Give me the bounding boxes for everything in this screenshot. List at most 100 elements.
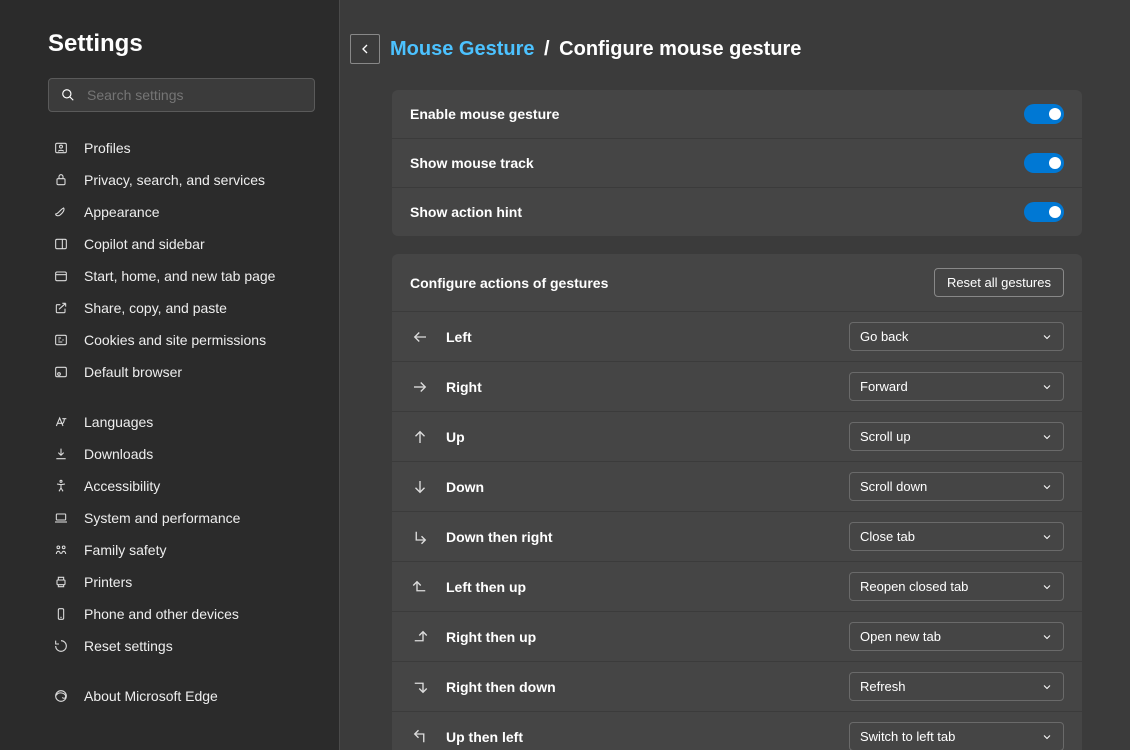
gesture-left-icon: [410, 327, 430, 347]
toggle-row-enable-mouse-gesture: Enable mouse gesture: [392, 90, 1082, 139]
search-box[interactable]: [48, 78, 315, 112]
gesture-up-left-icon: [410, 727, 430, 747]
gesture-row-up-left: Up then left Switch to left tab: [392, 712, 1082, 750]
gesture-label: Up: [446, 429, 833, 445]
reset-gestures-button[interactable]: Reset all gestures: [934, 268, 1064, 297]
gestures-header-label: Configure actions of gestures: [410, 275, 608, 291]
breadcrumb-link[interactable]: Mouse Gesture: [390, 38, 534, 60]
sidebar-item-reset-settings[interactable]: Reset settings: [48, 630, 315, 662]
gesture-row-up: Up Scroll up: [392, 412, 1082, 462]
gesture-action-dropdown[interactable]: Open new tab: [849, 622, 1064, 651]
sidebar-item-share-copy-and-paste[interactable]: Share, copy, and paste: [48, 292, 315, 324]
sidebar-item-privacy-search-and-services[interactable]: Privacy, search, and services: [48, 164, 315, 196]
sidebar-title: Settings: [48, 30, 315, 58]
sidebar-item-downloads[interactable]: Downloads: [48, 438, 315, 470]
gesture-action-dropdown[interactable]: Switch to left tab: [849, 722, 1064, 750]
breadcrumb-sep: /: [544, 38, 550, 60]
sidebar-item-label: System and performance: [84, 510, 240, 526]
sidebar-item-cookies-and-site-permissions[interactable]: Cookies and site permissions: [48, 324, 315, 356]
user-icon: [52, 139, 70, 157]
sidebar-item-system-and-performance[interactable]: System and performance: [48, 502, 315, 534]
search-icon: [61, 88, 75, 102]
sidebar-item-phone-and-other-devices[interactable]: Phone and other devices: [48, 598, 315, 630]
gesture-row-right-up: Right then up Open new tab: [392, 612, 1082, 662]
sidebar-item-label: Start, home, and new tab page: [84, 268, 275, 284]
chevron-down-icon: [1041, 431, 1053, 443]
gesture-action-dropdown[interactable]: Reopen closed tab: [849, 572, 1064, 601]
search-input[interactable]: [87, 87, 302, 103]
sidebar-item-label: Family safety: [84, 542, 166, 558]
gestures-card: Configure actions of gestures Reset all …: [392, 254, 1082, 750]
sidebar-item-label: Profiles: [84, 140, 131, 156]
sidebar-item-default-browser[interactable]: Default browser: [48, 356, 315, 388]
chevron-down-icon: [1041, 381, 1053, 393]
toggle-switch[interactable]: [1024, 153, 1064, 173]
gesture-action-dropdown[interactable]: Scroll down: [849, 472, 1064, 501]
sidebar-item-label: Appearance: [84, 204, 160, 220]
download-icon: [52, 445, 70, 463]
sidebar-item-family-safety[interactable]: Family safety: [48, 534, 315, 566]
header: Mouse Gesture / Configure mouse gesture: [352, 34, 1082, 64]
chevron-down-icon: [1041, 731, 1053, 743]
sidebar-item-about-microsoft-edge[interactable]: About Microsoft Edge: [48, 680, 315, 712]
gesture-action-dropdown[interactable]: Close tab: [849, 522, 1064, 551]
sidebar-item-profiles[interactable]: Profiles: [48, 132, 315, 164]
back-button[interactable]: [350, 34, 380, 64]
sidebar-item-label: Cookies and site permissions: [84, 332, 266, 348]
gesture-down-icon: [410, 477, 430, 497]
settings-sidebar: Settings Profiles Privacy, search, and se…: [0, 0, 340, 750]
breadcrumb: Mouse Gesture / Configure mouse gesture: [390, 38, 801, 61]
gesture-row-right: Right Forward: [392, 362, 1082, 412]
gesture-action-value: Scroll up: [860, 429, 911, 444]
chevron-down-icon: [1041, 631, 1053, 643]
gesture-label: Right then up: [446, 629, 833, 645]
chevron-down-icon: [1041, 581, 1053, 593]
gesture-action-dropdown[interactable]: Refresh: [849, 672, 1064, 701]
gesture-right-down-icon: [410, 677, 430, 697]
gesture-action-value: Close tab: [860, 529, 915, 544]
toggle-row-show-mouse-track: Show mouse track: [392, 139, 1082, 188]
chevron-down-icon: [1041, 531, 1053, 543]
sidebar-item-label: Default browser: [84, 364, 182, 380]
gesture-action-value: Open new tab: [860, 629, 941, 644]
main-pane: Mouse Gesture / Configure mouse gesture …: [340, 0, 1130, 750]
gesture-row-down-right: Down then right Close tab: [392, 512, 1082, 562]
gesture-label: Up then left: [446, 729, 833, 745]
gesture-right-icon: [410, 377, 430, 397]
sidebar-item-label: About Microsoft Edge: [84, 688, 218, 704]
sidebar-item-label: Downloads: [84, 446, 153, 462]
sidebar-item-start-home-and-new-tab-page[interactable]: Start, home, and new tab page: [48, 260, 315, 292]
gesture-action-dropdown[interactable]: Go back: [849, 322, 1064, 351]
toggle-switch[interactable]: [1024, 104, 1064, 124]
reset-icon: [52, 637, 70, 655]
sidebar-item-label: Accessibility: [84, 478, 160, 494]
sidebar-item-label: Privacy, search, and services: [84, 172, 265, 188]
sidebar-item-label: Reset settings: [84, 638, 173, 654]
sidebar-item-printers[interactable]: Printers: [48, 566, 315, 598]
gesture-action-dropdown[interactable]: Scroll up: [849, 422, 1064, 451]
toggles-card: Enable mouse gestureShow mouse trackShow…: [392, 90, 1082, 236]
gesture-left-up-icon: [410, 577, 430, 597]
gesture-row-down: Down Scroll down: [392, 462, 1082, 512]
sidebar-item-copilot-and-sidebar[interactable]: Copilot and sidebar: [48, 228, 315, 260]
gesture-label: Right: [446, 379, 833, 395]
phone-icon: [52, 605, 70, 623]
gesture-action-value: Switch to left tab: [860, 729, 955, 744]
sidebar-item-accessibility[interactable]: Accessibility: [48, 470, 315, 502]
toggle-switch[interactable]: [1024, 202, 1064, 222]
gesture-label: Down then right: [446, 529, 833, 545]
accessibility-icon: [52, 477, 70, 495]
gesture-action-value: Scroll down: [860, 479, 927, 494]
gesture-action-value: Refresh: [860, 679, 906, 694]
gesture-action-value: Go back: [860, 329, 908, 344]
sidebar-item-languages[interactable]: Languages: [48, 406, 315, 438]
tab-icon: [52, 267, 70, 285]
family-icon: [52, 541, 70, 559]
toggle-row-show-action-hint: Show action hint: [392, 188, 1082, 236]
gesture-label: Left then up: [446, 579, 833, 595]
gesture-action-dropdown[interactable]: Forward: [849, 372, 1064, 401]
sidebar-item-appearance[interactable]: Appearance: [48, 196, 315, 228]
breadcrumb-current: Configure mouse gesture: [559, 38, 801, 60]
chevron-down-icon: [1041, 481, 1053, 493]
gesture-action-value: Reopen closed tab: [860, 579, 968, 594]
